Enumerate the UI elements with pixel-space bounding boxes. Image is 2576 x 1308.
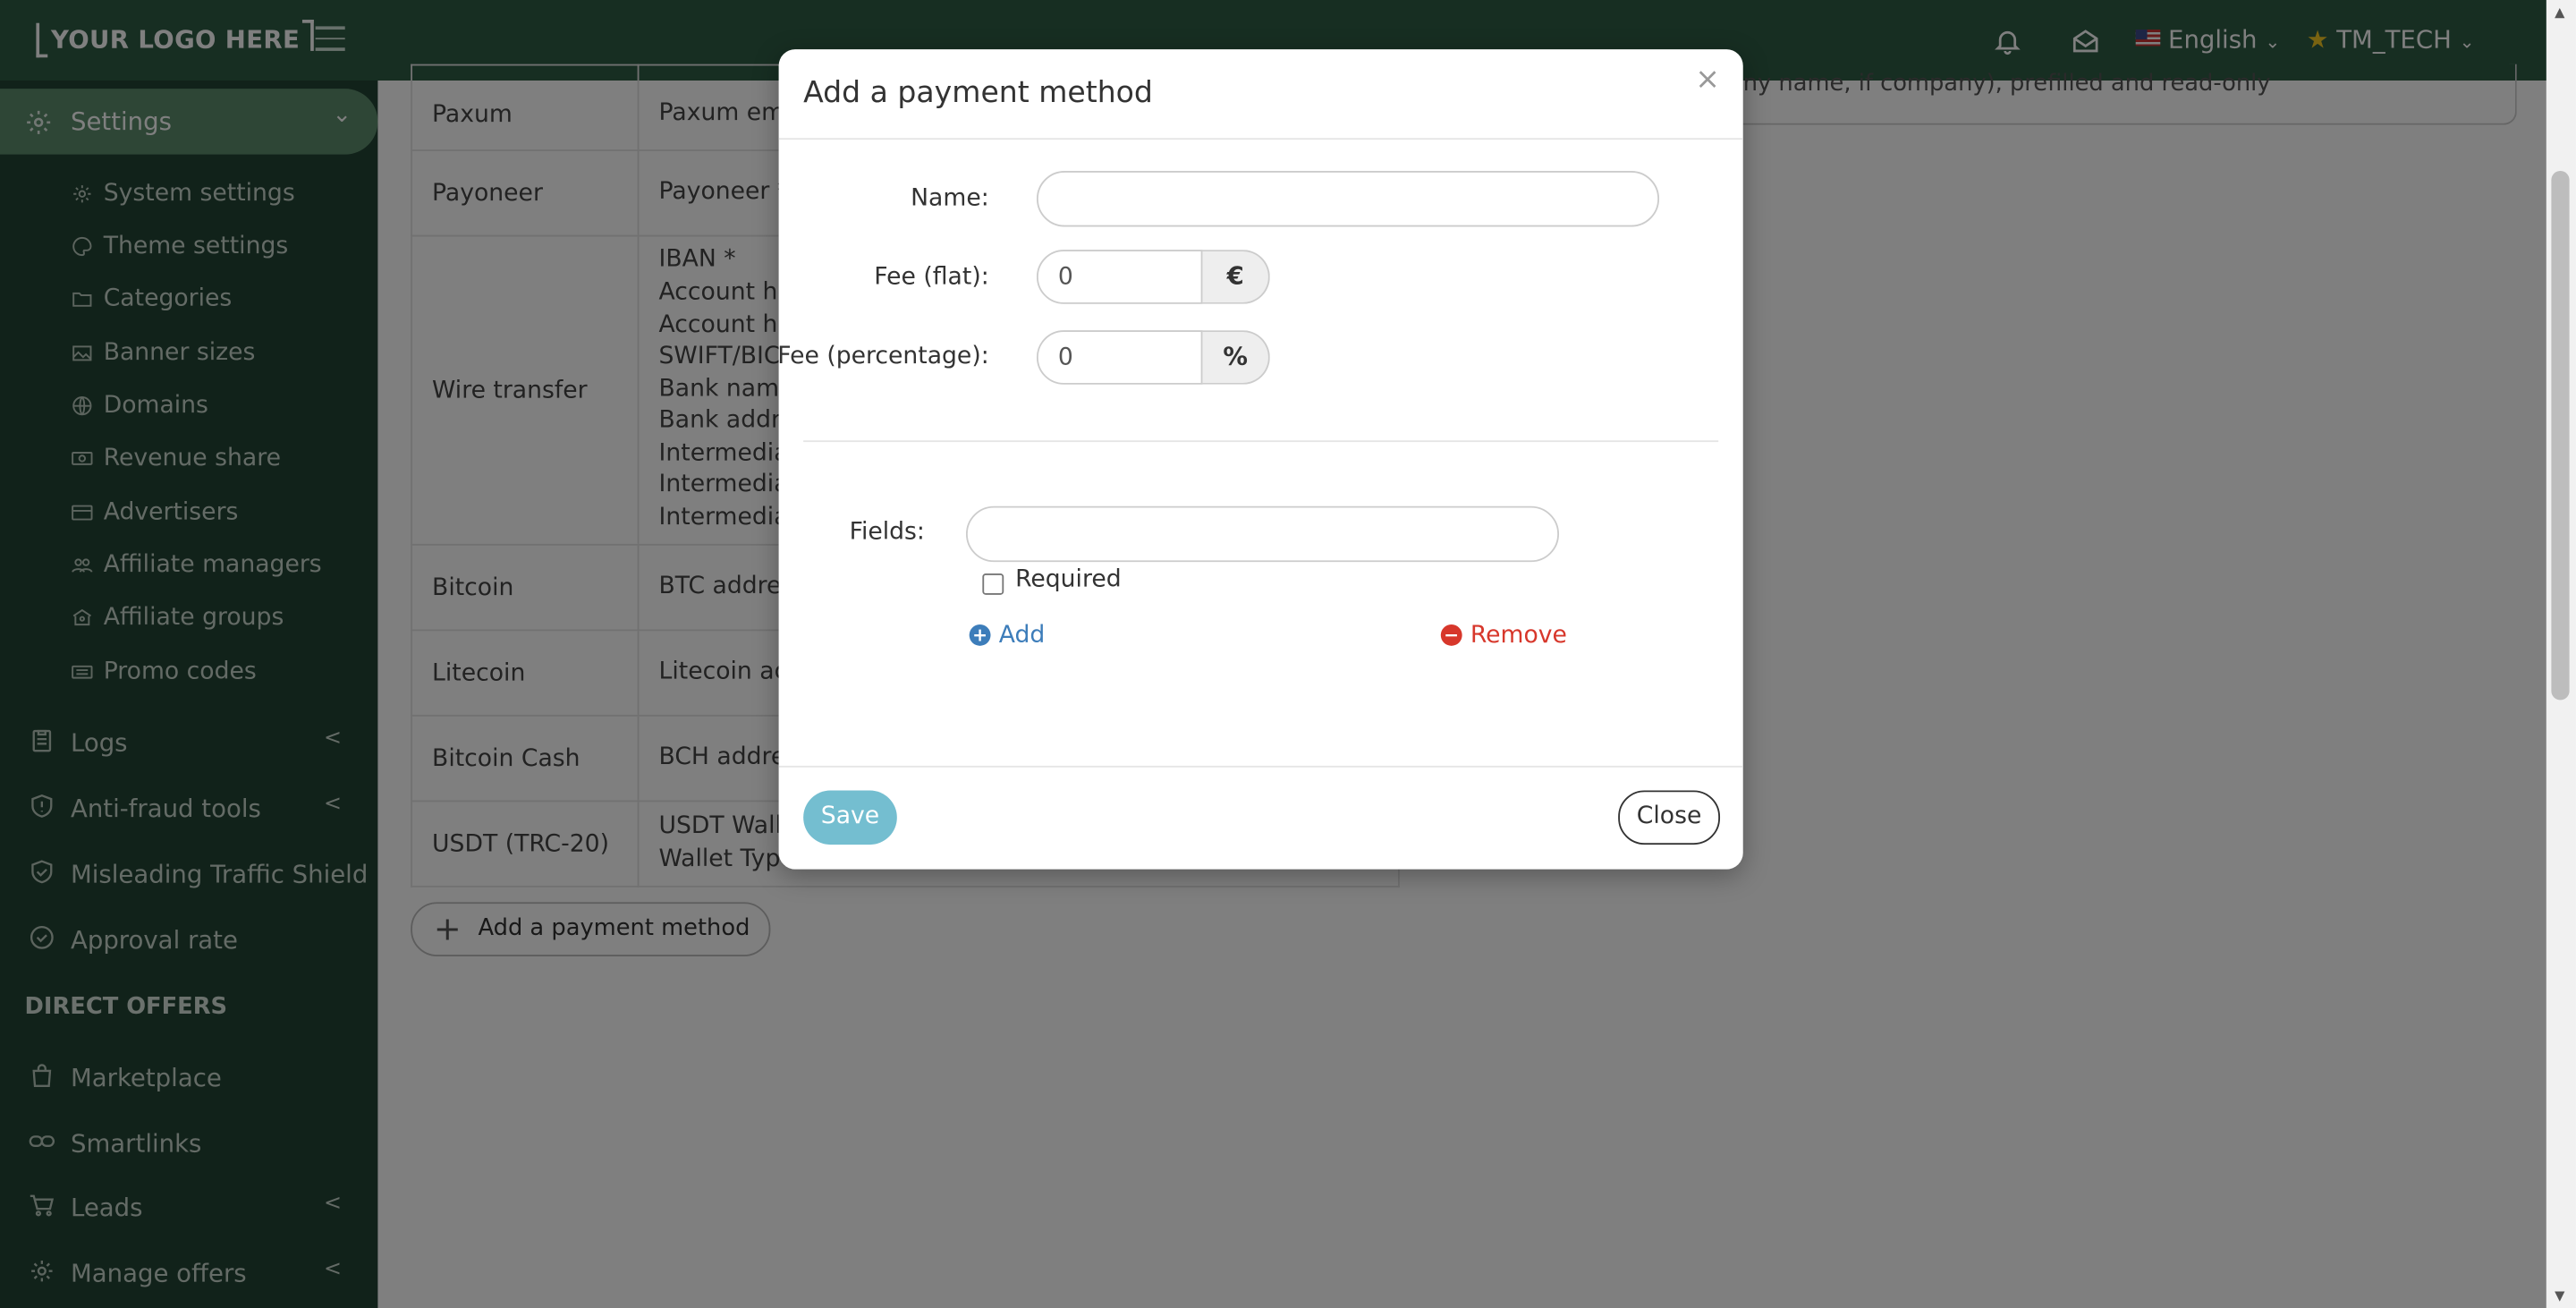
- modal-header-divider: [778, 138, 1743, 140]
- add-payment-method-modal: Add a payment method × Name: Fee (flat):…: [777, 49, 1743, 870]
- modal-section-divider: [803, 440, 1719, 443]
- fee-percentage-label: Fee (percentage):: [777, 343, 989, 370]
- modal-footer-divider: [778, 765, 1743, 768]
- scrollbar-thumb[interactable]: [2551, 171, 2570, 701]
- add-field-label: Add: [998, 623, 1046, 650]
- remove-field-label: Remove: [1470, 623, 1567, 650]
- minus-circle-icon: −: [1440, 624, 1462, 646]
- fee-flat-input[interactable]: [1036, 250, 1203, 304]
- euro-addon: €: [1202, 250, 1270, 304]
- name-label: Name:: [911, 185, 989, 212]
- scroll-down-icon[interactable]: ▼: [2555, 1288, 2564, 1304]
- close-button[interactable]: Close: [1618, 790, 1721, 845]
- app-root: YOUR LOGO HERE English ⌄ ★ TM_TECH ⌄ Set…: [0, 0, 2576, 1308]
- fields-label: Fields:: [849, 519, 925, 546]
- fee-percentage-input[interactable]: [1036, 330, 1203, 385]
- add-field-link[interactable]: + Add: [969, 623, 1046, 650]
- percent-addon: %: [1202, 330, 1270, 385]
- plus-circle-icon: +: [969, 624, 991, 646]
- modal-title: Add a payment method: [803, 75, 1153, 111]
- required-checkbox[interactable]: [982, 573, 1004, 595]
- required-label: Required: [1015, 566, 1122, 594]
- field-name-input[interactable]: [965, 505, 1560, 563]
- name-input[interactable]: [1036, 171, 1660, 227]
- remove-field-link[interactable]: − Remove: [1440, 623, 1567, 650]
- close-icon[interactable]: ×: [1695, 63, 1720, 98]
- page-scrollbar[interactable]: ▲ ▼: [2546, 0, 2576, 1308]
- fee-flat-label: Fee (flat):: [874, 264, 989, 292]
- scroll-up-icon[interactable]: ▲: [2555, 5, 2564, 21]
- save-button[interactable]: Save: [803, 790, 897, 845]
